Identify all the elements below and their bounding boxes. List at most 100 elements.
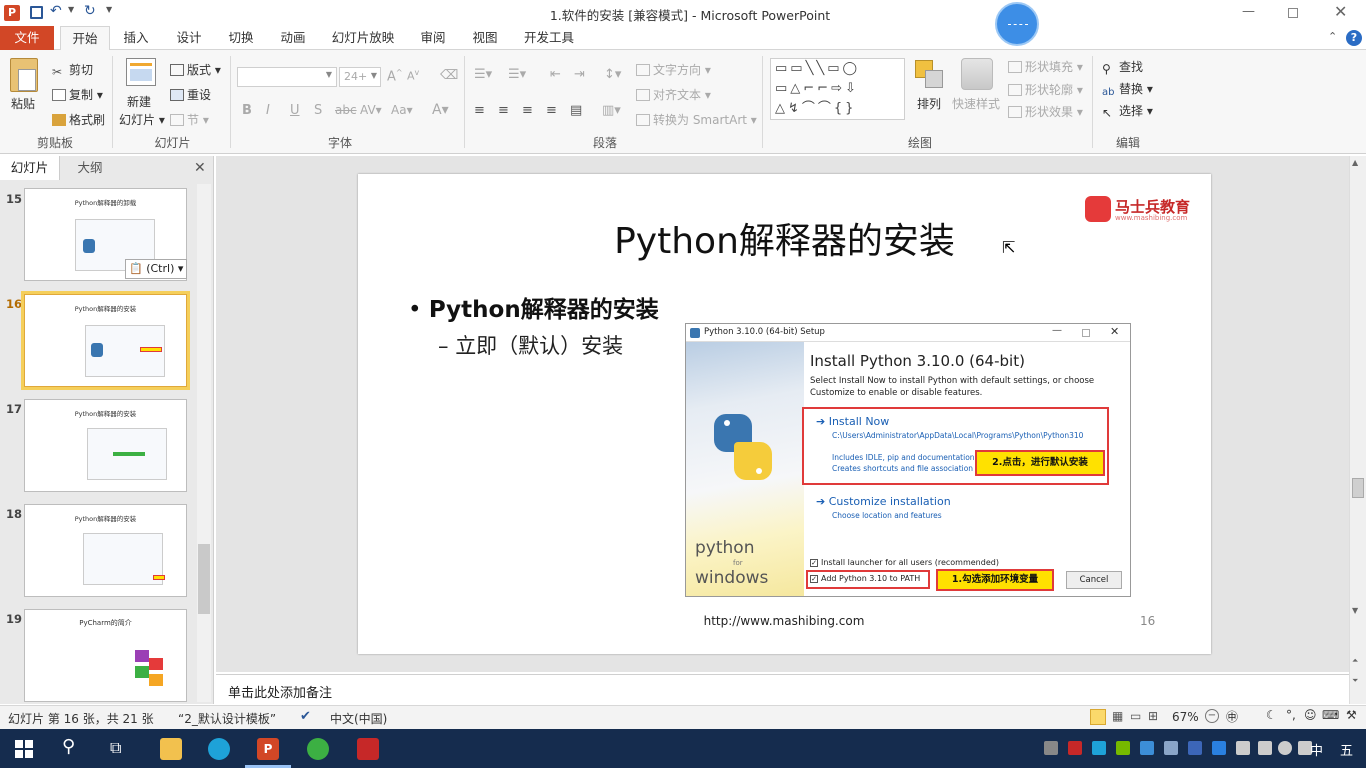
new-slide-button[interactable]: 新建 xyxy=(127,93,151,110)
windows-start-icon[interactable] xyxy=(15,740,33,758)
tray-mic-icon[interactable] xyxy=(1236,741,1250,755)
section-button[interactable]: 节 ▾ xyxy=(170,111,209,128)
installer-screenshot[interactable]: Python 3.10.0 (64-bit) Setup — ✕ python … xyxy=(685,323,1131,597)
slideshow-button[interactable]: ⊞ xyxy=(1148,709,1158,723)
slide-vertical-scrollbar[interactable]: ▲ ▼ ⏶ ⏷ xyxy=(1349,156,1366,704)
undo-dropdown-icon[interactable]: ▼ xyxy=(68,5,74,14)
font-size-input[interactable]: 24+ ▼ xyxy=(339,67,381,87)
shape-outline-button[interactable]: 形状轮廓 ▾ xyxy=(1008,81,1083,98)
align-center-icon[interactable]: ≡ xyxy=(498,103,509,118)
reading-view-button[interactable]: ▭ xyxy=(1130,709,1141,723)
tray-ime-language[interactable]: 中 xyxy=(1310,740,1323,759)
collapse-ribbon-icon[interactable]: ⌃ xyxy=(1328,30,1337,43)
powerpoint-taskbar-icon[interactable]: P xyxy=(257,738,279,760)
new-slide-icon[interactable] xyxy=(126,58,156,86)
arrange-icon[interactable] xyxy=(915,60,945,90)
bullets-icon[interactable]: ☰▾ xyxy=(474,67,492,82)
normal-view-button[interactable] xyxy=(1090,709,1106,725)
notes-pane[interactable]: 单击此处添加备注 xyxy=(216,674,1349,704)
underline-icon[interactable]: U xyxy=(290,103,300,118)
text-direction-button[interactable]: 文字方向 ▾ xyxy=(636,61,711,78)
tab-transitions[interactable]: 切换 xyxy=(220,26,262,50)
distribute-icon[interactable]: ▤ xyxy=(570,103,582,118)
task-view-icon[interactable]: ⧉ xyxy=(110,738,121,758)
clear-format-icon[interactable]: ⌫ xyxy=(440,68,458,83)
spellcheck-icon[interactable]: ✔ xyxy=(300,709,311,724)
new-slide-button-line2[interactable]: 幻灯片 ▾ xyxy=(119,111,165,128)
tab-design[interactable]: 设计 xyxy=(168,26,210,50)
tray-wifi-icon[interactable] xyxy=(1278,741,1292,755)
align-left-icon[interactable]: ≡ xyxy=(474,103,485,118)
ime-keyboard-icon[interactable]: ⌨ xyxy=(1322,708,1339,722)
tray-battery-icon[interactable] xyxy=(1258,741,1272,755)
prev-slide-icon[interactable]: ⏶ xyxy=(1352,656,1358,666)
ime-settings-icon[interactable]: ⚒ xyxy=(1346,708,1357,722)
tray-shield-icon[interactable] xyxy=(1188,741,1202,755)
decrease-indent-icon[interactable]: ⇤ xyxy=(550,67,561,82)
slide-thumbnail-16[interactable]: Python解释器的安装 xyxy=(21,291,190,390)
tab-outline[interactable]: 大纲 xyxy=(60,156,120,180)
strikethrough-icon[interactable]: abc xyxy=(335,103,357,117)
minimize-button[interactable]: — xyxy=(1242,4,1255,19)
tray-bluetooth-icon[interactable] xyxy=(1212,741,1226,755)
reset-button[interactable]: 重设 xyxy=(170,86,211,103)
zoom-out-button[interactable]: − xyxy=(1205,709,1219,723)
layout-button[interactable]: 版式 ▾ xyxy=(170,61,221,78)
save-icon[interactable] xyxy=(30,6,43,19)
columns-icon[interactable]: ▥▾ xyxy=(602,103,621,118)
slide-title[interactable]: Python解释器的安装 xyxy=(558,212,1011,264)
tray-nvidia-icon[interactable] xyxy=(1116,741,1130,755)
ime-emoji-icon[interactable]: ☺ xyxy=(1304,708,1317,722)
paste-button[interactable]: 粘贴 xyxy=(11,95,35,112)
numbering-icon[interactable]: ☰▾ xyxy=(508,67,526,82)
tab-file[interactable]: 文件 xyxy=(0,26,54,50)
redo-icon[interactable]: ↻ xyxy=(84,3,96,19)
ime-moon-icon[interactable]: ☾ xyxy=(1266,708,1277,722)
browser-icon[interactable] xyxy=(208,738,230,760)
powerpoint-logo-icon[interactable]: P xyxy=(4,5,20,21)
tab-review[interactable]: 审阅 xyxy=(412,26,454,50)
help-icon[interactable]: ? xyxy=(1346,30,1362,46)
install-now-button[interactable]: ➔ Install Now xyxy=(816,415,889,428)
grow-font-icon[interactable]: A^ xyxy=(387,68,403,84)
ime-chinese-icon[interactable]: ㊥ xyxy=(1226,708,1238,725)
tray-gear-icon[interactable] xyxy=(1164,741,1178,755)
char-spacing-icon[interactable]: AV▾ xyxy=(360,103,382,117)
next-slide-icon[interactable]: ⏷ xyxy=(1352,676,1358,686)
italic-icon[interactable]: I xyxy=(266,103,270,118)
slide-thumbnail-18[interactable]: Python解释器的安装 xyxy=(24,504,187,597)
select-button[interactable]: ↖ 选择 ▾ xyxy=(1102,102,1153,120)
justify-icon[interactable]: ≡ xyxy=(546,103,557,118)
format-painter-button[interactable]: 格式刷 xyxy=(52,111,105,128)
slide-sorter-button[interactable]: ▦ xyxy=(1112,709,1123,723)
file-explorer-icon[interactable] xyxy=(160,738,182,760)
customize-button[interactable]: ➔ Customize installation xyxy=(816,495,951,508)
bullet-level1[interactable]: • Python解释器的安装 xyxy=(408,290,659,324)
language-indicator[interactable]: 中文(中国) xyxy=(330,710,387,727)
tab-developer[interactable]: 开发工具 xyxy=(516,26,582,50)
undo-icon[interactable]: ↶ xyxy=(50,3,62,19)
align-text-button[interactable]: 对齐文本 ▾ xyxy=(636,86,711,103)
tray-ime-mode[interactable]: 五 xyxy=(1340,740,1353,759)
customize-toolbar-icon[interactable]: ▼ xyxy=(106,5,112,14)
add-path-checkbox[interactable]: ✓ Add Python 3.10 to PATH xyxy=(810,574,920,583)
ime-punct-icon[interactable]: °, xyxy=(1286,708,1296,722)
shape-fill-button[interactable]: 形状填充 ▾ xyxy=(1008,58,1083,75)
align-right-icon[interactable]: ≡ xyxy=(522,103,533,118)
tab-home[interactable]: 开始 xyxy=(60,26,110,51)
paste-options-button[interactable]: 📋 (Ctrl) ▾ xyxy=(125,259,187,279)
quick-styles-button[interactable]: 快速样式 xyxy=(952,95,1000,112)
line-spacing-icon[interactable]: ↕▾ xyxy=(604,67,621,82)
change-case-icon[interactable]: Aa▾ xyxy=(391,103,413,117)
arrange-button[interactable]: 排列 xyxy=(917,95,941,112)
restore-button[interactable] xyxy=(1288,8,1298,18)
installer-cancel-button[interactable]: Cancel xyxy=(1066,571,1122,589)
tab-insert[interactable]: 插入 xyxy=(115,26,157,50)
tray-browser-icon[interactable] xyxy=(1092,741,1106,755)
replace-button[interactable]: ab 替换 ▾ xyxy=(1102,80,1153,99)
search-icon[interactable]: ⚲ xyxy=(62,736,75,757)
tab-slides[interactable]: 幻灯片 xyxy=(0,156,60,180)
font-color-icon[interactable]: A▾ xyxy=(432,102,449,118)
tab-animations[interactable]: 动画 xyxy=(272,26,314,50)
close-button[interactable]: ✕ xyxy=(1334,2,1347,21)
